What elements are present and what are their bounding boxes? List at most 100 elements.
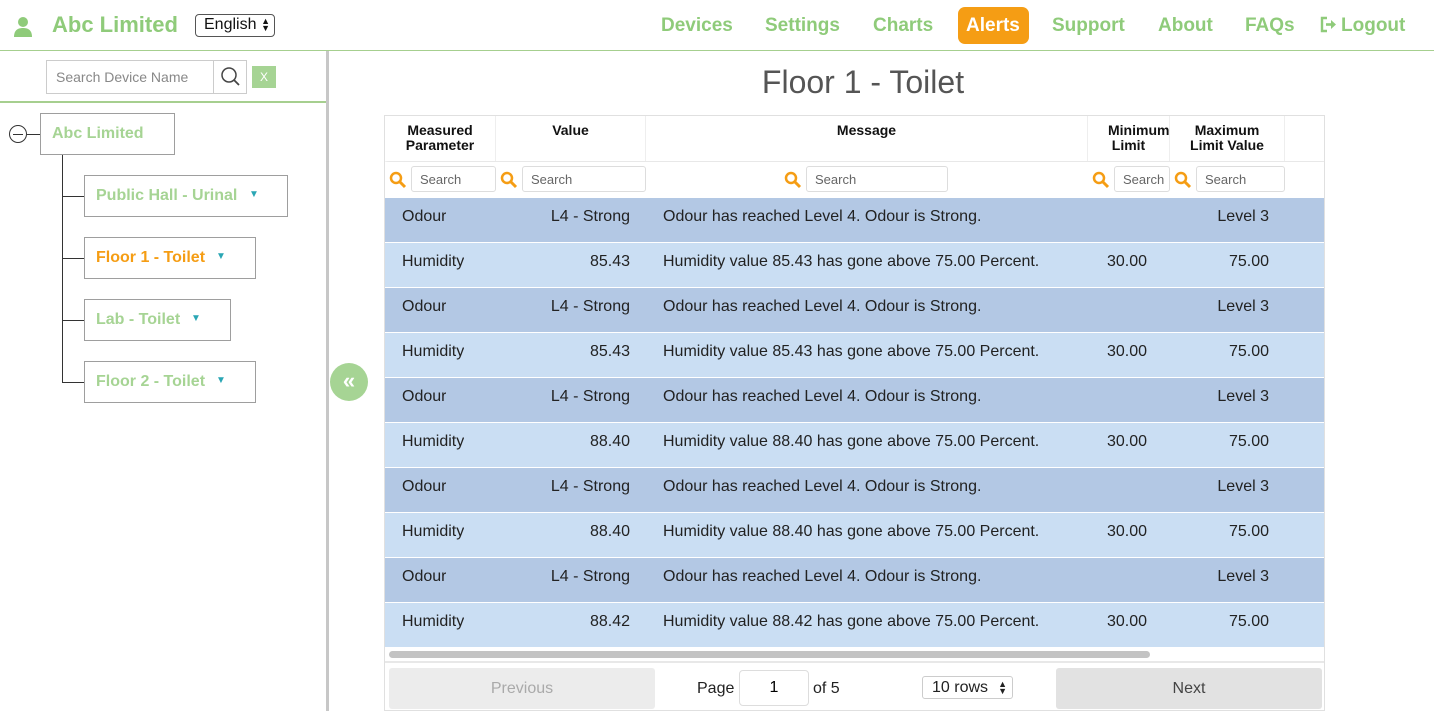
table-row[interactable]: Humidity 88.40 Humidity value 88.40 has … [385, 423, 1324, 468]
tree-connector [62, 382, 84, 383]
cell-value: 85.43 [589, 343, 630, 360]
nav-alerts[interactable]: Alerts [958, 7, 1029, 44]
table-row[interactable]: Odour L4 - Strong Odour has reached Leve… [385, 378, 1324, 423]
cell-max-limit: Level 3 [1217, 298, 1269, 315]
device-search-input[interactable] [47, 61, 213, 93]
brand-name[interactable]: Abc Limited [52, 12, 178, 38]
cell-message: Humidity value 85.43 has gone above 75.0… [663, 253, 1040, 270]
cell-min-limit: 30.00 [1106, 433, 1148, 450]
nav-about[interactable]: About [1150, 7, 1221, 44]
cell-message: Humidity value 88.40 has gone above 75.0… [663, 433, 1040, 450]
sidebar-resize-divider[interactable] [326, 51, 329, 711]
tree-node-lab-toilet[interactable]: Lab - Toilet ▼ [84, 299, 231, 341]
cell-message: Odour has reached Level 4. Odour is Stro… [663, 208, 982, 225]
table-row[interactable]: Humidity 85.43 Humidity value 85.43 has … [385, 243, 1324, 288]
cell-message: Odour has reached Level 4. Odour is Stro… [663, 478, 982, 495]
collapse-tree-icon[interactable] [9, 125, 27, 143]
nav-logout[interactable]: Logout [1312, 7, 1413, 44]
nav-charts[interactable]: Charts [865, 7, 941, 44]
clear-search-button[interactable]: X [252, 66, 276, 88]
tree-connector [27, 134, 40, 135]
tree-node-label: Lab - Toilet [96, 311, 181, 328]
filter-message-input[interactable] [806, 166, 948, 192]
cell-message: Humidity value 85.43 has gone above 75.0… [663, 343, 1040, 360]
search-icon [221, 67, 240, 86]
caret-down-icon[interactable]: ▼ [249, 189, 259, 200]
cell-value: L4 - Strong [550, 388, 630, 405]
table-row[interactable]: Odour L4 - Strong Odour has reached Leve… [385, 558, 1324, 603]
cell-max-limit: Level 3 [1217, 568, 1269, 585]
previous-page-button[interactable]: Previous [389, 668, 655, 709]
filter-parameter-input[interactable] [411, 166, 496, 192]
cell-min-limit: 30.00 [1106, 343, 1148, 360]
column-header-parameter[interactable]: Measured Parameter [385, 116, 496, 161]
next-page-button[interactable]: Next [1056, 668, 1322, 709]
device-search-button[interactable] [213, 61, 246, 93]
page-number-input[interactable] [739, 670, 809, 706]
logout-icon [1320, 16, 1336, 33]
pagination-bar: Previous Page of 5 10 rows ▲▼ Next [385, 661, 1324, 710]
cell-value: L4 - Strong [550, 208, 630, 225]
cell-max-limit: Level 3 [1217, 478, 1269, 495]
rows-per-page-select[interactable]: 10 rows ▲ ▼ [922, 676, 1013, 699]
nav-faqs[interactable]: FAQs [1237, 7, 1303, 44]
tree-root-node[interactable]: Abc Limited [40, 113, 175, 155]
cell-parameter: Odour [402, 298, 447, 315]
search-icon [500, 171, 518, 189]
cell-parameter: Odour [402, 388, 447, 405]
cell-min-limit: 30.00 [1106, 523, 1148, 540]
table-row[interactable]: Humidity 88.40 Humidity value 88.40 has … [385, 513, 1324, 558]
tree-node-public-hall-urinal[interactable]: Public Hall - Urinal ▼ [84, 175, 288, 217]
filter-max-limit-input[interactable] [1196, 166, 1285, 192]
tree-node-label: Floor 2 - Toilet [96, 373, 206, 390]
cell-parameter: Odour [402, 568, 447, 585]
column-header-max-limit[interactable]: Maximum Limit Value [1170, 116, 1285, 161]
cell-value: L4 - Strong [550, 478, 630, 495]
nav-settings[interactable]: Settings [757, 7, 848, 44]
total-pages-label: of 5 [813, 680, 840, 697]
column-header-min-limit[interactable]: Minimum Limit [1088, 116, 1170, 161]
cell-max-limit: Level 3 [1217, 388, 1269, 405]
rows-per-page-value: 10 rows [932, 679, 989, 696]
cell-min-limit [1088, 198, 1166, 242]
cell-value: 88.40 [589, 433, 630, 450]
column-header-message[interactable]: Message [646, 116, 1088, 161]
cell-message: Odour has reached Level 4. Odour is Stro… [663, 388, 982, 405]
table-row[interactable]: Odour L4 - Strong Odour has reached Leve… [385, 468, 1324, 513]
caret-down-icon[interactable]: ▼ [191, 313, 201, 324]
caret-down-icon[interactable]: ▼ [216, 251, 226, 262]
table-row[interactable]: Odour L4 - Strong Odour has reached Leve… [385, 198, 1324, 243]
nav-support[interactable]: Support [1044, 7, 1133, 44]
cell-message: Odour has reached Level 4. Odour is Stro… [663, 298, 982, 315]
cell-max-limit: 75.00 [1228, 343, 1269, 360]
select-arrows-icon: ▲ ▼ [261, 16, 270, 33]
page-label: Page [697, 680, 735, 697]
user-icon [14, 17, 32, 37]
table-row[interactable]: Odour L4 - Strong Odour has reached Leve… [385, 288, 1324, 333]
cell-value: 88.40 [589, 523, 630, 540]
tree-node-label: Floor 1 - Toilet [96, 249, 206, 266]
cell-max-limit: 75.00 [1228, 613, 1269, 630]
caret-down-icon[interactable]: ▼ [216, 375, 226, 386]
logout-label: Logout [1341, 15, 1406, 36]
column-header-value[interactable]: Value [496, 116, 646, 161]
language-value: English [204, 16, 257, 33]
cell-parameter: Humidity [402, 253, 465, 270]
horizontal-scrollbar[interactable] [389, 651, 1150, 658]
filter-min-limit-input[interactable] [1114, 166, 1170, 192]
cell-min-limit [1088, 558, 1166, 602]
sidebar-divider [0, 101, 326, 103]
language-select[interactable]: English ▲ ▼ [195, 14, 275, 37]
cell-value: L4 - Strong [550, 298, 630, 315]
table-row[interactable]: Humidity 88.42 Humidity value 88.42 has … [385, 603, 1324, 648]
cell-parameter: Humidity [402, 523, 465, 540]
table-row[interactable]: Humidity 85.43 Humidity value 85.43 has … [385, 333, 1324, 378]
cell-value: 88.42 [589, 613, 630, 630]
nav-devices[interactable]: Devices [653, 7, 741, 44]
cell-min-limit [1088, 468, 1166, 512]
tree-node-floor-1-toilet[interactable]: Floor 1 - Toilet ▼ [84, 237, 256, 279]
tree-node-floor-2-toilet[interactable]: Floor 2 - Toilet ▼ [84, 361, 256, 403]
cell-max-limit: 75.00 [1228, 523, 1269, 540]
collapse-sidebar-button[interactable]: « [330, 363, 368, 401]
filter-value-input[interactable] [522, 166, 646, 192]
